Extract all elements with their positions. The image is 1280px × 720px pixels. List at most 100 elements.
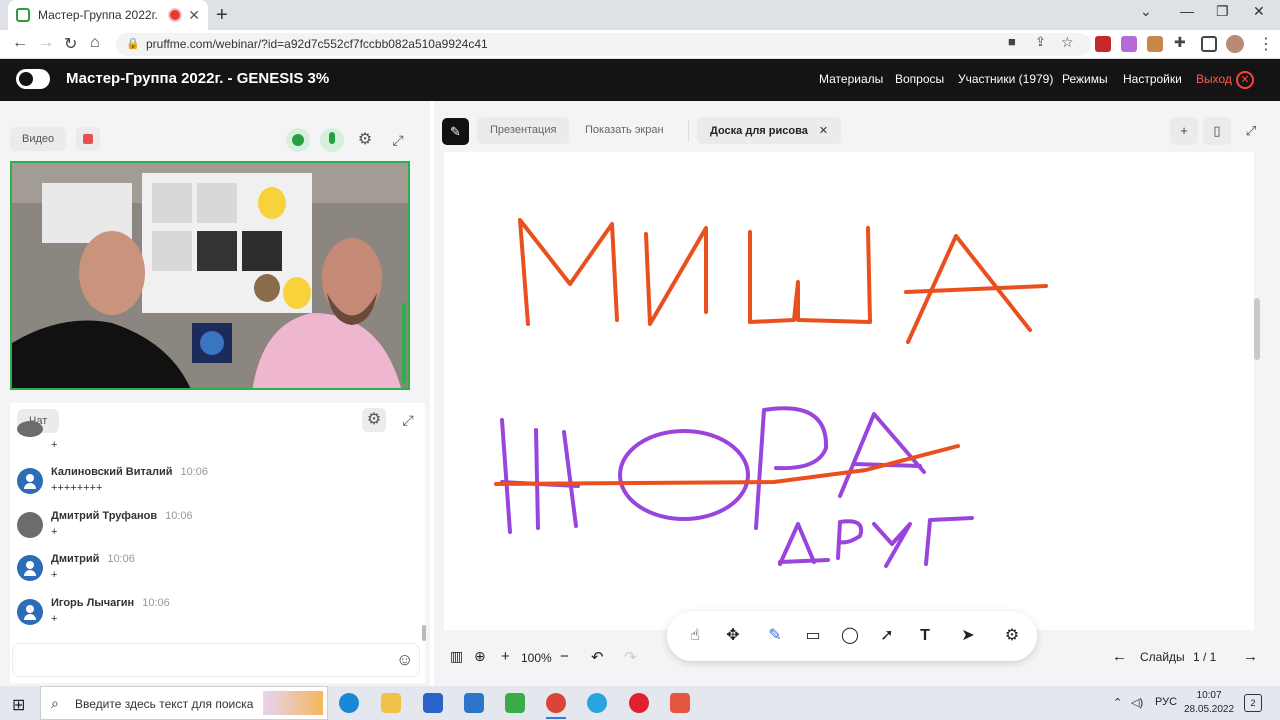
extension-pen-icon[interactable] — [1121, 36, 1137, 52]
menu-settings[interactable]: Настройки — [1123, 72, 1182, 86]
move-tool-icon[interactable]: ✥ — [721, 624, 745, 648]
browser-menu-icon[interactable]: ⋮ — [1258, 34, 1274, 54]
menu-materials[interactable]: Материалы — [819, 72, 883, 86]
side-panel-icon[interactable] — [1201, 36, 1217, 52]
telegram-icon[interactable] — [587, 693, 607, 713]
bookmark-star-icon[interactable]: ☆ — [1061, 34, 1074, 51]
hand-tool-icon[interactable]: ☝ — [683, 624, 707, 648]
message-text: + — [51, 569, 58, 581]
system-clock[interactable]: 10:07 28.05.2022 — [1184, 689, 1234, 717]
store-icon[interactable] — [423, 693, 443, 713]
opera-icon[interactable] — [629, 693, 649, 713]
site-favicon-icon — [16, 8, 30, 22]
camtasia-icon[interactable] — [505, 693, 525, 713]
drawing-canvas[interactable] — [444, 152, 1254, 630]
microphone-icon — [329, 132, 335, 144]
message-text: + — [51, 613, 58, 625]
camera-icon[interactable]: ■ — [1008, 34, 1016, 49]
extension-icon[interactable] — [1147, 36, 1163, 52]
language-indicator[interactable]: РУС — [1155, 696, 1177, 708]
browser-tab[interactable]: Мастер-Группа 2022г. - GEN ✕ — [8, 0, 208, 30]
exit-icon[interactable]: ✕ — [1236, 71, 1254, 89]
maximize-button[interactable]: ❐ — [1216, 3, 1229, 20]
menu-participants[interactable]: Участники (1979) — [958, 72, 1053, 86]
microphone-button[interactable] — [320, 128, 344, 152]
canvas-scrollbar[interactable] — [1254, 298, 1260, 360]
url-field[interactable]: 🔒 pruffme.com/webinar/?id=a92d7c552cf7fc… — [116, 33, 1091, 56]
share-icon[interactable]: ⇪ — [1035, 34, 1046, 50]
whiteboard-drawing — [494, 218, 1048, 568]
zoom-in-button[interactable]: + — [501, 648, 510, 665]
url-text: pruffme.com/webinar/?id=a92d7c552cf7fccb… — [146, 37, 488, 51]
menu-questions[interactable]: Вопросы — [895, 72, 944, 86]
active-app-indicator — [546, 717, 566, 719]
bookmark-icon[interactable]: ▯ — [1203, 117, 1231, 145]
zoom-level: 100% — [521, 651, 552, 665]
video-expand-icon[interactable]: ⤢ — [386, 128, 410, 152]
windows-start-icon[interactable]: ⊞ — [12, 695, 25, 715]
pen-mode-icon[interactable]: ✎ — [442, 118, 469, 145]
back-button[interactable]: ← — [12, 34, 28, 52]
stop-icon — [83, 134, 93, 144]
slides-label: Слайды — [1140, 650, 1185, 664]
new-tab-button[interactable]: + — [216, 4, 228, 27]
tab-search-chevron-icon[interactable]: ⌄ — [1140, 3, 1152, 20]
stop-broadcast-button[interactable] — [76, 127, 100, 151]
tray-expand-icon[interactable]: ⌃ — [1113, 696, 1122, 709]
search-icon: ⌕ — [51, 695, 59, 711]
exit-link[interactable]: Выход — [1196, 72, 1232, 86]
board-settings-gear-icon[interactable]: ⚙ — [1000, 624, 1024, 648]
webcam-button[interactable] — [286, 128, 310, 152]
file-explorer-icon[interactable] — [381, 693, 401, 713]
chat-panel: Чат ⚙ ⤢ + Калиновский Виталий 10:06 +++++… — [10, 403, 426, 683]
minimize-button[interactable]: — — [1180, 3, 1194, 19]
circle-tool-icon[interactable]: ◯ — [838, 624, 862, 648]
extension-icon[interactable] — [1095, 36, 1111, 52]
pen-tool-icon[interactable]: ✎ — [763, 624, 787, 648]
message-author: Дмитрий 10:06 — [51, 553, 135, 565]
edge-icon[interactable] — [339, 693, 359, 713]
chat-message-input[interactable]: ☺ — [12, 643, 420, 677]
forward-button[interactable]: → — [38, 34, 54, 52]
tab-drawing-board[interactable]: Доска для рисова ✕ — [697, 117, 842, 144]
select-tool-icon[interactable]: ➤ — [956, 624, 980, 648]
redo-icon[interactable]: ↷ — [624, 648, 637, 666]
map-icon[interactable]: ▥ — [450, 648, 463, 665]
undo-icon[interactable]: ↶ — [591, 648, 604, 666]
recorder-icon[interactable] — [670, 693, 690, 713]
zoom-out-button[interactable]: − — [560, 648, 569, 665]
message-author: Калиновский Виталий 10:06 — [51, 466, 209, 478]
tab-share-screen[interactable]: Показать экран — [572, 117, 677, 144]
profile-avatar[interactable] — [1226, 35, 1244, 53]
menu-modes[interactable]: Режимы — [1062, 72, 1108, 86]
emoji-icon[interactable]: ☺ — [396, 650, 413, 670]
close-tab-icon[interactable]: ✕ — [188, 7, 200, 24]
avatar — [17, 555, 43, 581]
video-settings-gear-icon[interactable]: ⚙ — [353, 128, 377, 152]
text-tool-icon[interactable]: T — [913, 624, 937, 648]
close-window-button[interactable]: ✕ — [1253, 3, 1265, 20]
sticky-note-icon[interactable]: ▭ — [801, 624, 825, 648]
add-board-button[interactable]: + — [1170, 117, 1198, 145]
close-board-icon[interactable]: ✕ — [819, 125, 828, 137]
center-icon[interactable]: ⊕ — [474, 648, 486, 665]
taskbar-search[interactable]: ⌕ Введите здесь текст для поиска — [40, 686, 328, 720]
extensions-puzzle-icon[interactable]: ✚ — [1174, 34, 1186, 51]
chat-scrollbar[interactable] — [422, 625, 426, 641]
speaker-icon[interactable]: ◁) — [1131, 696, 1143, 709]
arrow-tool-icon[interactable]: ➚ — [875, 624, 899, 648]
theme-toggle[interactable] — [16, 69, 50, 89]
chat-settings-gear-icon[interactable]: ⚙ — [362, 408, 386, 432]
reload-button[interactable]: ↻ — [64, 34, 77, 54]
chrome-icon[interactable] — [546, 693, 566, 713]
mail-icon[interactable] — [464, 693, 484, 713]
next-slide-icon[interactable]: → — [1243, 648, 1258, 665]
search-placeholder: Введите здесь текст для поиска — [75, 697, 254, 711]
chat-message: Игорь Лычагин 10:06 + — [17, 597, 417, 637]
fullscreen-icon[interactable]: ⤢ — [1237, 117, 1265, 145]
tab-presentation[interactable]: Презентация — [477, 117, 570, 144]
chat-expand-icon[interactable]: ⤢ — [396, 408, 420, 432]
home-button[interactable]: ⌂ — [90, 34, 100, 52]
notifications-icon[interactable]: 2 — [1244, 694, 1262, 712]
prev-slide-icon[interactable]: ← — [1112, 648, 1127, 665]
